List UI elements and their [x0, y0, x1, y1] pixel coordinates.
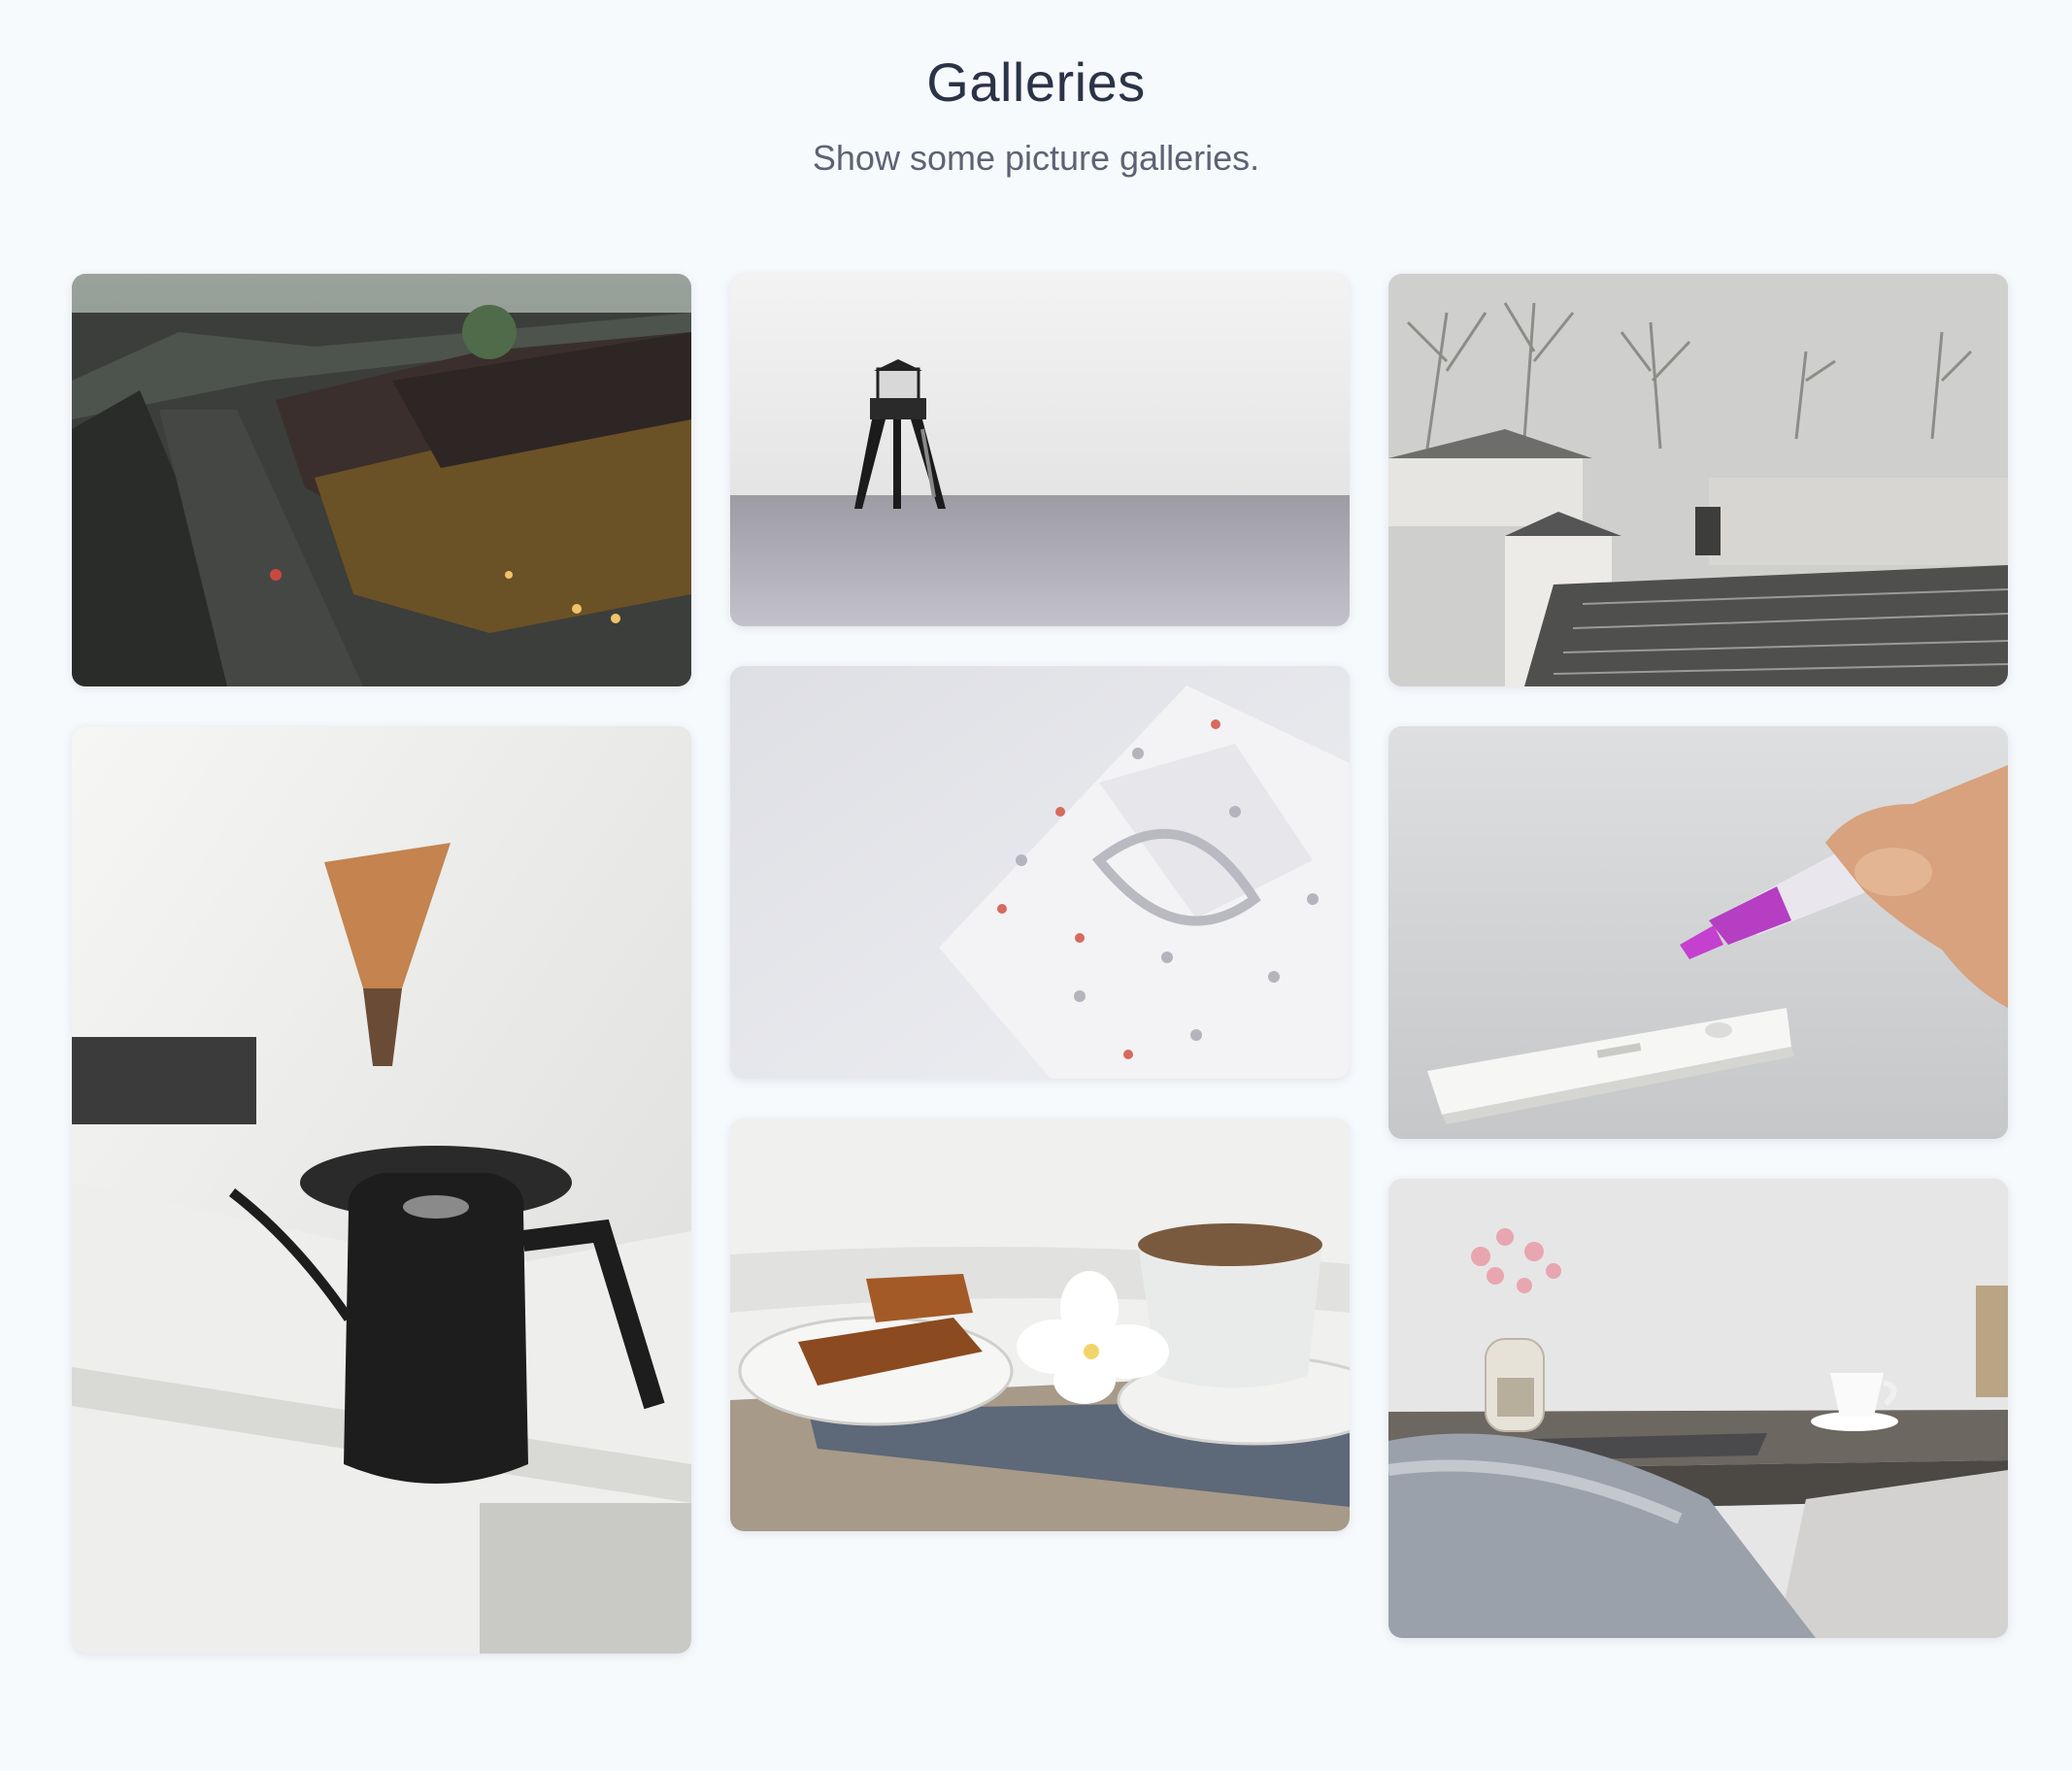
gift-picture — [730, 666, 1350, 1079]
gallery-image-desk[interactable] — [1388, 1179, 2008, 1638]
gallery-image-misty-village[interactable] — [1388, 274, 2008, 686]
page-subtitle: Show some picture galleries. — [812, 138, 1260, 178]
breakfast-picture — [730, 1119, 1350, 1531]
test-kit-picture — [1388, 726, 2008, 1139]
page-title: Galleries — [926, 51, 1146, 113]
gallery-image-lighthouse[interactable] — [730, 274, 1350, 626]
gallery-image-test-kit[interactable] — [1388, 726, 2008, 1139]
misty-village-picture — [1388, 274, 2008, 686]
gallery-image-gift[interactable] — [730, 666, 1350, 1079]
desk-picture — [1388, 1179, 2008, 1638]
lighthouse-picture — [730, 274, 1350, 626]
gallery-image-coffee-kettle[interactable] — [72, 726, 691, 1654]
gallery-image-breakfast[interactable] — [730, 1119, 1350, 1531]
gallery-image-rainy-village[interactable] — [72, 274, 691, 686]
coffee-kettle-picture — [72, 726, 691, 1654]
rainy-village-picture — [72, 274, 691, 686]
